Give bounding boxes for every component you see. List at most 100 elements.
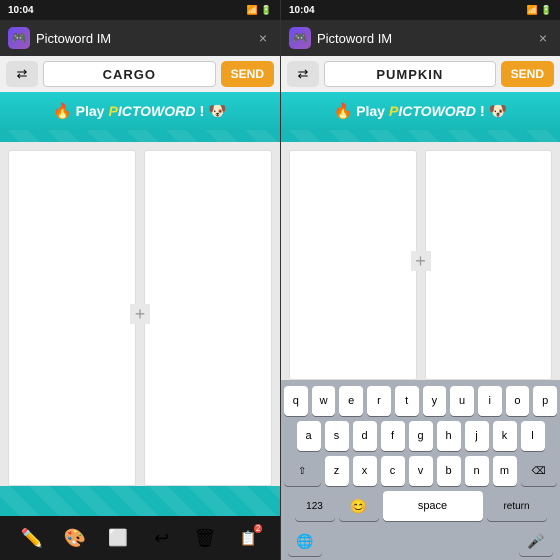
keyboard-row-2: a s d f g h j k l (284, 421, 557, 451)
word-input-left[interactable]: CARGO (43, 61, 216, 87)
key-m[interactable]: m (493, 456, 517, 486)
dog-emoji-right: 🐶 (489, 102, 508, 120)
key-k[interactable]: k (493, 421, 517, 451)
image-panels-right: + (281, 142, 560, 380)
play-banner-text-right: 🔥 Play PICTOWORD ! 🐶 (333, 102, 507, 120)
play-text-right: Play (356, 103, 385, 119)
key-a[interactable]: a (297, 421, 321, 451)
fire-emoji-right: 🔥 (333, 102, 352, 120)
app-header-left: 🎮 Pictoword IM × (0, 20, 280, 56)
key-o[interactable]: o (506, 386, 530, 416)
key-y[interactable]: y (423, 386, 447, 416)
send-button-right[interactable]: SEND (501, 61, 554, 87)
key-r[interactable]: r (367, 386, 391, 416)
word-input-right[interactable]: PUMPKIN (324, 61, 496, 87)
image-panel-left-2[interactable] (144, 150, 272, 486)
play-banner-right: 🔥 Play PICTOWORD ! 🐶 (281, 92, 560, 130)
globe-key[interactable]: 🌐 (288, 526, 322, 556)
shuffle-button-right[interactable]: ⇄ (287, 61, 319, 87)
app-title-left: Pictoword IM (36, 31, 111, 46)
image-panel-left-1[interactable] (8, 150, 136, 486)
palette-button[interactable]: 🎨 (59, 522, 91, 554)
key-i[interactable]: i (478, 386, 502, 416)
exclamation-left: ! (199, 103, 204, 120)
trash-button[interactable]: 🗑 (189, 522, 221, 554)
teal-top-right (281, 130, 560, 142)
layers-button[interactable]: 📋2 (232, 522, 264, 554)
emoji-key[interactable]: 😊 (339, 491, 379, 521)
canvas-section-left: + (0, 142, 280, 486)
close-button-right[interactable]: × (534, 29, 552, 47)
status-time-left: 10:04 (8, 5, 34, 16)
key-q[interactable]: q (284, 386, 308, 416)
toolbar-left: ✏️ 🎨 ⬜ ↩ 🗑 📋2 (0, 516, 280, 560)
space-key[interactable]: space (383, 491, 483, 521)
close-button-left[interactable]: × (254, 29, 272, 47)
key-f[interactable]: f (381, 421, 405, 451)
key-j[interactable]: j (465, 421, 489, 451)
keyboard-row-4: 123 😊 space return (284, 491, 557, 521)
key-n[interactable]: n (465, 456, 489, 486)
image-panel-right-2[interactable] (425, 150, 553, 380)
app-header-right-group: 🎮 Pictoword IM (289, 27, 392, 49)
key-p[interactable]: p (533, 386, 557, 416)
dog-emoji-left: 🐶 (208, 102, 227, 120)
image-panel-right-1[interactable] (289, 150, 417, 380)
key-d[interactable]: d (353, 421, 377, 451)
left-panel: 10:04 📶🔋 🎮 Pictoword IM × ⇄ CARGO SEND 🔥… (0, 0, 280, 560)
keyboard: q w e r t y u i o p a s d f g h j k l ⇧ … (281, 380, 560, 560)
plus-divider-right: + (411, 251, 431, 271)
send-button-left[interactable]: SEND (221, 61, 274, 87)
app-icon-right: 🎮 (289, 27, 311, 49)
key-l[interactable]: l (521, 421, 545, 451)
status-bar-left: 10:04 📶🔋 (0, 0, 280, 20)
key-g[interactable]: g (409, 421, 433, 451)
key-s[interactable]: s (325, 421, 349, 451)
teal-top-left (0, 130, 280, 142)
canvas-section-right: + (281, 142, 560, 380)
app-icon-left: 🎮 (8, 27, 30, 49)
key-b[interactable]: b (437, 456, 461, 486)
pictoword-logo-left: PICTOWORD (108, 103, 195, 119)
status-bar-right: 10:04 📶🔋 (281, 0, 560, 20)
keyboard-row-1: q w e r t y u i o p (284, 386, 557, 416)
key-e[interactable]: e (339, 386, 363, 416)
pictoword-logo-right: PICTOWORD (389, 103, 476, 119)
undo-button[interactable]: ↩ (146, 522, 178, 554)
shift-key[interactable]: ⇧ (284, 456, 321, 486)
mic-key[interactable]: 🎤 (519, 526, 553, 556)
eraser-button[interactable]: ⬜ (102, 522, 134, 554)
pencil-button[interactable]: ✏️ (16, 522, 48, 554)
fire-emoji-left: 🔥 (53, 102, 72, 120)
play-banner-left: 🔥 Play PICTOWORD ! 🐶 (0, 92, 280, 130)
key-v[interactable]: v (409, 456, 433, 486)
exclamation-right: ! (480, 103, 485, 120)
key-x[interactable]: x (353, 456, 377, 486)
keyboard-row-3: ⇧ z x c v b n m ⌫ (284, 456, 557, 486)
keyboard-bottom-bar: 🌐 🎤 (284, 526, 557, 556)
status-time-right: 10:04 (289, 5, 315, 16)
play-text-left: Play (76, 103, 105, 119)
key-u[interactable]: u (450, 386, 474, 416)
numbers-key[interactable]: 123 (295, 491, 335, 521)
return-key[interactable]: return (487, 491, 547, 521)
app-header-right: 🎮 Pictoword IM × (281, 20, 560, 56)
key-h[interactable]: h (437, 421, 461, 451)
input-bar-left: ⇄ CARGO SEND (0, 56, 280, 92)
right-panel: 10:04 📶🔋 🎮 Pictoword IM × ⇄ PUMPKIN SEND… (280, 0, 560, 560)
input-bar-right: ⇄ PUMPKIN SEND (281, 56, 560, 92)
image-panels-left: + (0, 142, 280, 486)
plus-divider-left: + (130, 304, 150, 324)
status-icons-right: 📶🔋 (527, 5, 552, 16)
key-w[interactable]: w (312, 386, 336, 416)
play-banner-text-left: 🔥 Play PICTOWORD ! 🐶 (53, 102, 227, 120)
key-t[interactable]: t (395, 386, 419, 416)
status-icons-left: 📶🔋 (247, 5, 272, 16)
key-c[interactable]: c (381, 456, 405, 486)
key-z[interactable]: z (325, 456, 349, 486)
backspace-key[interactable]: ⌫ (521, 456, 558, 486)
app-header-left-group: 🎮 Pictoword IM (8, 27, 111, 49)
bottom-teal-left (0, 486, 280, 516)
app-title-right: Pictoword IM (317, 31, 392, 46)
shuffle-button-left[interactable]: ⇄ (6, 61, 38, 87)
